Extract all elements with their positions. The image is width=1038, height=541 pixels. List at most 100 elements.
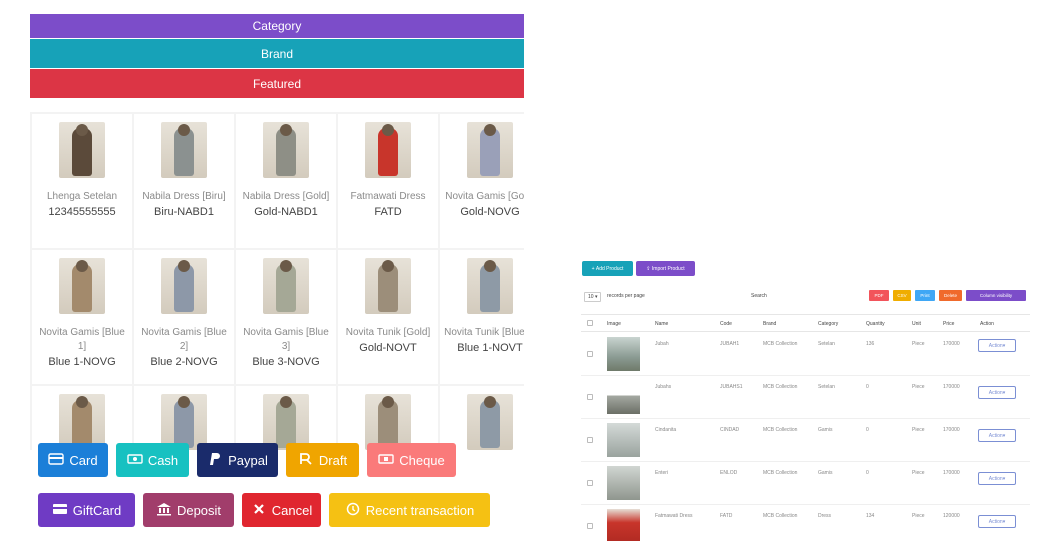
product-card[interactable]: Novita Gamis [Gold] Gold-NOVG — [440, 114, 524, 248]
product-thumbnail — [607, 466, 640, 500]
column-header-category[interactable]: Category — [818, 321, 838, 327]
column-header-quantity[interactable]: Quantity — [866, 321, 885, 327]
payment-label: Paypal — [228, 452, 268, 468]
product-card[interactable]: Novita Tunik [Gold] Gold-NOVT — [338, 250, 438, 384]
model-head — [76, 260, 88, 272]
search-input[interactable] — [775, 289, 865, 301]
select-all-checkbox[interactable] — [587, 320, 593, 326]
model-head — [484, 124, 496, 136]
card-button[interactable]: Card — [38, 443, 108, 477]
cell-category: Gamis — [818, 427, 833, 433]
filter-category-button[interactable]: Category — [30, 14, 524, 38]
product-card[interactable] — [440, 386, 524, 450]
cancel-button[interactable]: Cancel — [242, 493, 321, 527]
row-checkbox[interactable] — [587, 480, 593, 486]
table-row: Enteri ENLOD MCB Collection Gamis 0 Piece 1700… — [581, 462, 1030, 505]
payment-label: Recent transaction — [365, 502, 475, 518]
paypal-button[interactable]: Paypal — [197, 443, 278, 477]
action-dropdown-button[interactable]: Action ▾ — [978, 386, 1016, 399]
caret-down-icon: ▾ — [1002, 342, 1006, 349]
action-dropdown-button[interactable]: Action ▾ — [978, 515, 1016, 528]
column-header-unit[interactable]: Unit — [912, 321, 921, 327]
caret-down-icon: ▾ — [1002, 432, 1006, 439]
column-header-brand[interactable]: Brand — [763, 321, 776, 327]
product-code: Gold-NABD1 — [254, 206, 318, 218]
row-checkbox[interactable] — [587, 351, 593, 357]
delete-button[interactable]: Delete — [939, 290, 962, 301]
product-name: Novita Gamis [Blue 1] — [39, 327, 125, 352]
row-checkbox[interactable] — [587, 394, 593, 400]
action-label: Action — [988, 475, 1003, 482]
add-product-button[interactable]: + Add Product — [582, 261, 633, 276]
product-image — [59, 394, 105, 450]
product-image — [365, 122, 411, 178]
column-header-code[interactable]: Code — [720, 321, 732, 327]
column-header-name[interactable]: Name — [655, 321, 668, 327]
product-card[interactable]: Nabila Dress [Biru] Biru-NABD1 — [134, 114, 234, 248]
column-visibility-button[interactable]: Column visibility — [966, 290, 1026, 301]
row-checkbox[interactable] — [587, 523, 593, 529]
import-product-button[interactable]: ⇪ Import Product — [636, 261, 695, 276]
cell-category: Dress — [818, 513, 832, 519]
action-dropdown-button[interactable]: Action ▾ — [978, 339, 1016, 352]
giftcard-button[interactable]: GiftCard — [38, 493, 135, 527]
product-card[interactable]: Fatmawati Dress FATD — [338, 114, 438, 248]
product-thumbnail — [607, 380, 640, 414]
row-checkbox[interactable] — [587, 437, 593, 443]
cell-quantity: 136 — [866, 341, 875, 347]
draft-button[interactable]: Draft — [286, 443, 359, 477]
model-head — [484, 396, 496, 408]
cash-button[interactable]: Cash — [116, 443, 189, 477]
table-row: Jubah JUBAH1 MCB Collection Setelan 136 Piece… — [581, 333, 1030, 376]
deposit-button[interactable]: Deposit — [143, 493, 234, 527]
close-icon — [251, 502, 267, 519]
pdf-button[interactable]: PDF — [869, 290, 889, 301]
product-card[interactable]: Novita Gamis [Blue 3] Blue 3-NOVG — [236, 250, 336, 384]
recent-transaction-button[interactable]: Recent transaction — [329, 493, 490, 527]
product-name: Lhenga Setelan — [46, 191, 118, 202]
action-dropdown-button[interactable]: Action ▾ — [978, 472, 1016, 485]
import-product-label: Import Product — [651, 265, 685, 272]
caret-down-icon: ▾ — [1002, 389, 1006, 396]
product-name: Novita Tunik [Blue 1] — [444, 327, 524, 338]
action-dropdown-button[interactable]: Action ▾ — [978, 429, 1016, 442]
filter-featured-button[interactable]: Featured — [30, 69, 524, 98]
cell-brand: MCB Collection — [763, 384, 798, 390]
model-head — [178, 396, 190, 408]
product-image — [59, 122, 105, 178]
cell-brand: MCB Collection — [763, 513, 798, 519]
product-card[interactable] — [134, 386, 234, 450]
product-card[interactable] — [236, 386, 336, 450]
column-header-price[interactable]: Price — [943, 321, 954, 327]
cell-code: JUBAHS1 — [720, 384, 743, 390]
payment-label: Draft — [318, 452, 348, 468]
product-image — [161, 122, 207, 178]
print-button[interactable]: Print — [915, 290, 935, 301]
product-name: Novita Gamis [Blue 2] — [141, 327, 227, 352]
product-card[interactable]: Novita Gamis [Blue 2] Blue 2-NOVG — [134, 250, 234, 384]
product-thumbnail — [607, 509, 640, 541]
model-head — [382, 124, 394, 136]
csv-button[interactable]: CSV — [893, 290, 911, 301]
filter-brand-button[interactable]: Brand — [30, 39, 524, 68]
cell-name: Enteri — [655, 470, 669, 476]
payment-row-1: Card Cash Paypal Draft Cheque — [38, 443, 456, 477]
product-card[interactable] — [338, 386, 438, 450]
product-card[interactable] — [32, 386, 132, 450]
cell-price: 170000 — [943, 341, 960, 347]
payment-row-2: GiftCard Deposit Cancel Recent transaction — [38, 493, 490, 527]
product-thumbnail — [607, 337, 640, 371]
caret-down-icon: ▾ — [1002, 475, 1006, 482]
product-name: Novita Gamis [Blue 3] — [243, 327, 329, 352]
product-card[interactable]: Novita Tunik [Blue 1] Blue 1-NOVT — [440, 250, 524, 384]
cell-brand: MCB Collection — [763, 470, 798, 476]
product-card[interactable]: Nabila Dress [Gold] Gold-NABD1 — [236, 114, 336, 248]
product-card[interactable]: Lhenga Setelan 12345555555 — [32, 114, 132, 248]
paypal-icon — [207, 452, 223, 469]
product-card[interactable]: Novita Gamis [Blue 1] Blue 1-NOVG — [32, 250, 132, 384]
cheque-button[interactable]: Cheque — [367, 443, 456, 477]
cell-brand: MCB Collection — [763, 341, 798, 347]
cell-name: Jubahs — [655, 384, 672, 390]
cell-name: Fatmawati Dress — [655, 513, 693, 519]
records-per-page-select[interactable]: 10 ▾ — [584, 292, 602, 302]
